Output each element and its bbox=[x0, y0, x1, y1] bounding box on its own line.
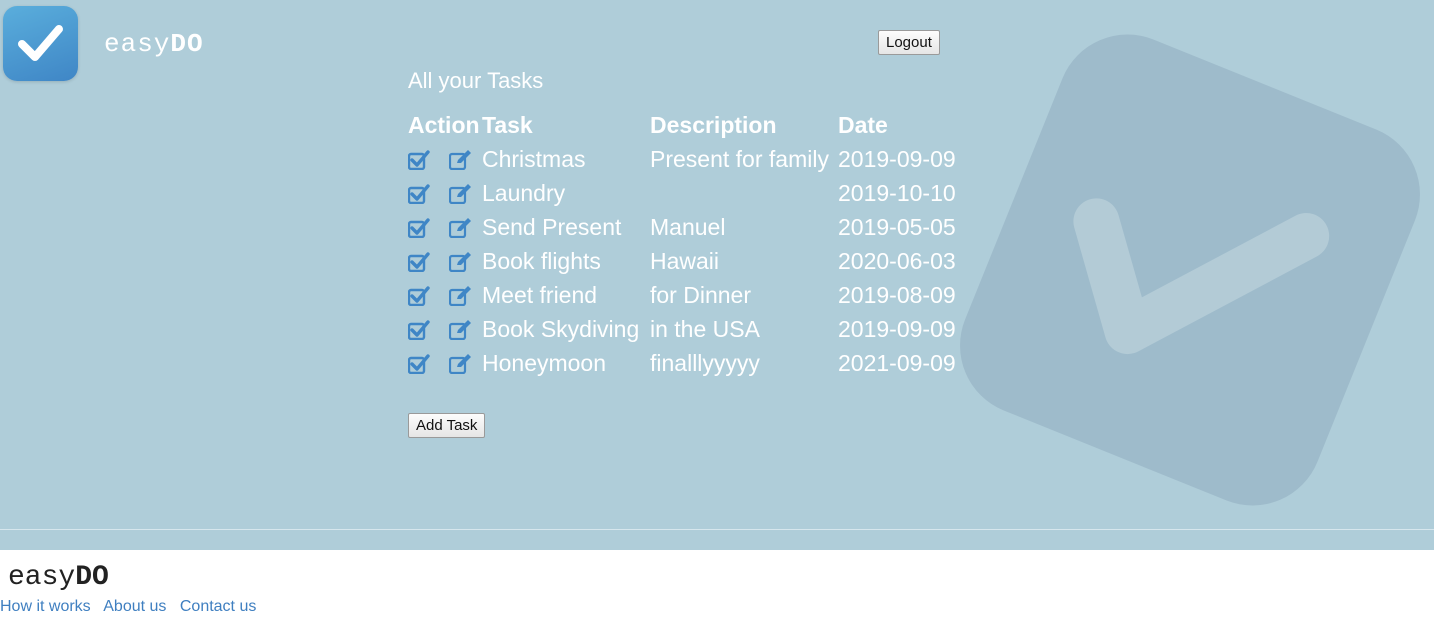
task-name: Book flights bbox=[482, 247, 601, 274]
task-name: Honeymoon bbox=[482, 349, 607, 376]
check-square-icon[interactable] bbox=[408, 320, 430, 341]
table-row: Christmas Present for family 2019-09-09 bbox=[408, 142, 968, 176]
check-square-icon[interactable] bbox=[408, 286, 430, 307]
brand-bold: DO bbox=[170, 29, 204, 59]
table-row: Book flights Hawaii 2020-06-03 bbox=[408, 244, 968, 278]
row-actions bbox=[408, 142, 482, 176]
task-description: Present for family bbox=[650, 145, 829, 172]
edit-icon[interactable] bbox=[449, 286, 473, 307]
check-square-icon[interactable] bbox=[408, 252, 430, 273]
check-square-icon[interactable] bbox=[408, 218, 430, 239]
task-date: 2019-09-09 bbox=[838, 145, 956, 172]
tasks-table: Action Task Description Date Christmas Pr… bbox=[408, 108, 968, 380]
edit-icon[interactable] bbox=[449, 320, 473, 341]
task-date: 2019-09-09 bbox=[838, 315, 956, 342]
row-actions bbox=[408, 346, 482, 380]
column-header-description: Description bbox=[650, 111, 777, 138]
task-date: 2019-08-09 bbox=[838, 281, 956, 308]
task-name: Christmas bbox=[482, 145, 586, 172]
brand-light: easy bbox=[104, 29, 171, 59]
column-header-task: Task bbox=[482, 111, 533, 138]
edit-icon[interactable] bbox=[449, 218, 473, 239]
check-square-icon[interactable] bbox=[408, 354, 430, 375]
hero-divider bbox=[0, 529, 1434, 530]
page-title: All your Tasks bbox=[408, 68, 544, 93]
task-description bbox=[650, 176, 838, 210]
edit-icon[interactable] bbox=[449, 184, 473, 205]
check-square-icon[interactable] bbox=[408, 150, 430, 171]
row-actions bbox=[408, 176, 482, 210]
task-name: Laundry bbox=[482, 179, 566, 206]
task-date: 2019-10-10 bbox=[838, 179, 956, 206]
footer-brand-light: easy bbox=[8, 562, 76, 593]
checkmark-icon bbox=[18, 25, 63, 61]
task-date: 2020-06-03 bbox=[838, 247, 956, 274]
task-description: in the USA bbox=[650, 315, 760, 342]
app-logo[interactable] bbox=[3, 6, 78, 81]
table-row: Honeymoon finalllyyyyy 2021-09-09 bbox=[408, 346, 968, 380]
brand-name[interactable]: easyDO bbox=[104, 29, 204, 59]
row-actions bbox=[408, 210, 482, 244]
table-row: Laundry 2019-10-10 bbox=[408, 176, 968, 210]
table-header-row: Action Task Description Date bbox=[408, 108, 968, 142]
table-row: Send Present Manuel 2019-05-05 bbox=[408, 210, 968, 244]
column-header-action: Action bbox=[408, 111, 480, 138]
check-square-icon[interactable] bbox=[408, 184, 430, 205]
footer-link-about-us[interactable]: About us bbox=[103, 598, 166, 615]
table-row: Book Skydiving in the USA 2019-09-09 bbox=[408, 312, 968, 346]
task-name: Book Skydiving bbox=[482, 315, 640, 342]
footer-link-contact-us[interactable]: Contact us bbox=[180, 598, 256, 615]
task-description: Manuel bbox=[650, 213, 726, 240]
footer-brand: easyDO bbox=[8, 562, 109, 593]
add-task-button[interactable]: Add Task bbox=[408, 413, 486, 438]
task-description: for Dinner bbox=[650, 281, 751, 308]
logout-button[interactable]: Logout bbox=[878, 30, 940, 55]
task-name: Send Present bbox=[482, 213, 622, 240]
footer-brand-bold: DO bbox=[75, 562, 109, 593]
task-description: finalllyyyyy bbox=[650, 349, 760, 376]
background-check-icon bbox=[960, 20, 1420, 520]
task-date: 2021-09-09 bbox=[838, 349, 956, 376]
task-date: 2019-05-05 bbox=[838, 213, 956, 240]
row-actions bbox=[408, 278, 482, 312]
task-name: Meet friend bbox=[482, 281, 598, 308]
footer-links: How it works About us Contact us bbox=[0, 598, 265, 616]
row-actions bbox=[408, 244, 482, 278]
edit-icon[interactable] bbox=[449, 252, 473, 273]
column-header-date: Date bbox=[838, 111, 888, 138]
row-actions bbox=[408, 312, 482, 346]
table-row: Meet friend for Dinner 2019-08-09 bbox=[408, 278, 968, 312]
footer-link-how-it-works[interactable]: How it works bbox=[0, 598, 91, 615]
task-description: Hawaii bbox=[650, 247, 720, 274]
edit-icon[interactable] bbox=[449, 150, 473, 171]
edit-icon[interactable] bbox=[449, 354, 473, 375]
